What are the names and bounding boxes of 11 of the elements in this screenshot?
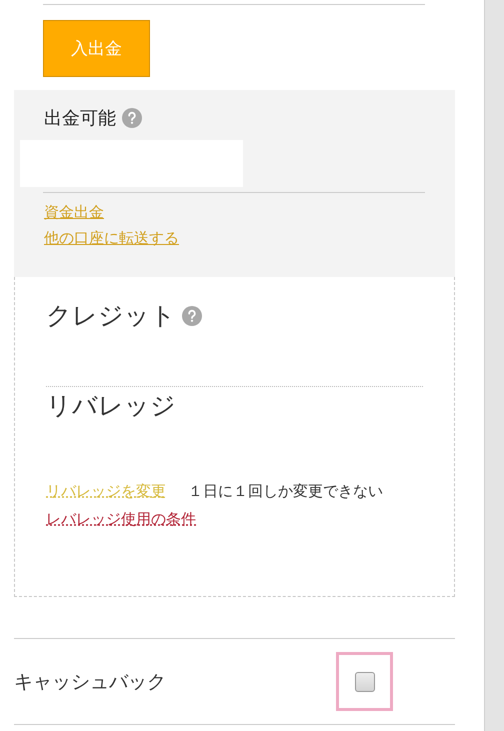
section-title: 出金可能 [44, 107, 116, 130]
section-title: クレジット [46, 300, 176, 332]
deposit-withdraw-button[interactable]: 入出金 [43, 20, 150, 77]
help-icon[interactable] [182, 306, 202, 326]
transfer-link[interactable]: 他の口座に転送する [44, 229, 179, 248]
withdraw-funds-link[interactable]: 資金出金 [44, 203, 104, 222]
leverage-note: １日に１回しか変更できない [188, 482, 383, 501]
section-title: リバレッジ [46, 391, 176, 420]
cashback-checkbox[interactable] [354, 672, 374, 692]
help-icon[interactable] [122, 108, 142, 128]
cashback-label: キャッシュバック [14, 670, 167, 694]
